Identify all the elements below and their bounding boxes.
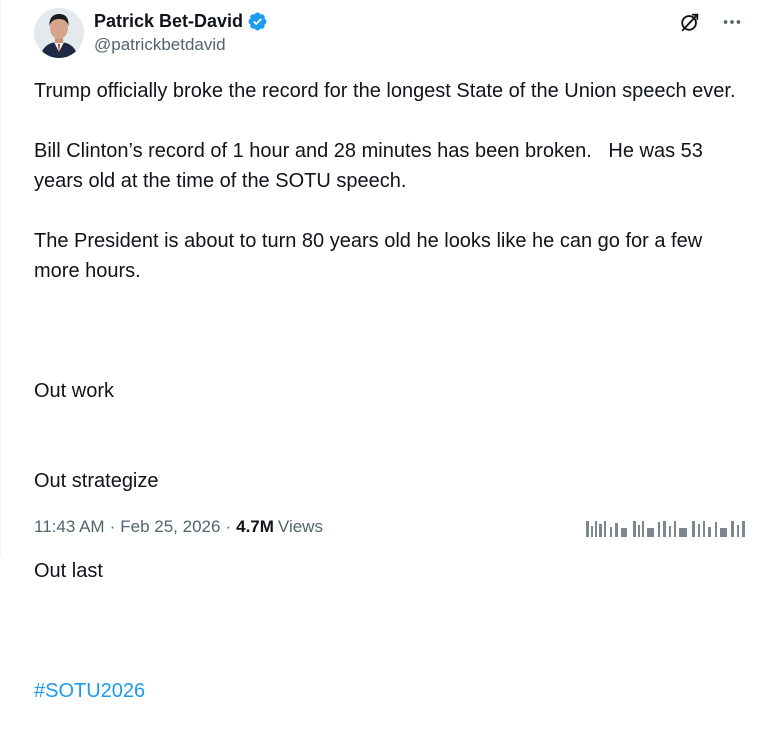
post-body: Trump officially broke the record for th…: [34, 76, 739, 736]
closing-lines: Out work Out strategize Out last: [34, 316, 739, 646]
closing-line: Out last: [34, 560, 103, 582]
views-label: Views: [277, 517, 323, 536]
post-top-actions: [678, 10, 744, 34]
meta-separator: ·: [109, 517, 116, 536]
post-header: Patrick Bet-David @patrickbetdavid: [34, 8, 744, 64]
closing-line: Out strategize: [34, 470, 159, 492]
post-paragraph: Trump officially broke the record for th…: [34, 80, 736, 102]
author-names: Patrick Bet-David @patrickbetdavid: [94, 10, 268, 55]
views-count: 4.7M: [236, 517, 274, 536]
post-date[interactable]: Feb 25, 2026: [120, 517, 220, 537]
meta-separator: ·: [225, 517, 232, 536]
post-paragraph: The President is about to turn 80 years …: [34, 230, 708, 282]
avatar[interactable]: [34, 8, 84, 58]
avatar-image: [34, 8, 84, 58]
more-options-icon[interactable]: [720, 10, 744, 34]
display-name-row: Patrick Bet-David: [94, 10, 268, 32]
post-paragraph: Bill Clinton’s record of 1 hour and 28 m…: [34, 140, 709, 192]
hashtag-row: #SOTU2026: [34, 676, 739, 706]
display-name[interactable]: Patrick Bet-David: [94, 11, 243, 32]
grok-icon[interactable]: [678, 10, 702, 34]
post-card: Patrick Bet-David @patrickbetdavid Trump…: [0, 0, 758, 702]
post-time[interactable]: 11:43 AM: [34, 517, 105, 537]
post-meta: 11:43 AM · Feb 25, 2026 · 4.7M Views: [34, 517, 323, 537]
verified-badge-icon[interactable]: [247, 11, 268, 32]
hashtag-link[interactable]: #SOTU2026: [34, 680, 145, 702]
watermark-graphic: [584, 518, 749, 540]
closing-line: Out work: [34, 380, 115, 402]
author-handle[interactable]: @patrickbetdavid: [94, 35, 268, 55]
